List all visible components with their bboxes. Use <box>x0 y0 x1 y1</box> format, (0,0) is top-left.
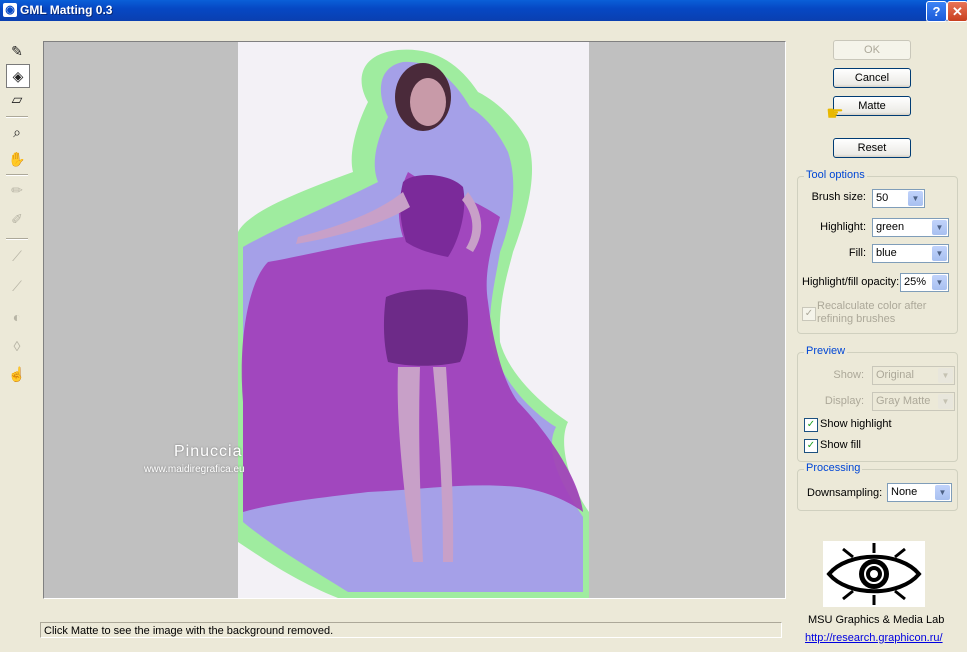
fill-tool[interactable]: ◈ <box>6 64 30 88</box>
recalculate-label-line1: Recalculate color after <box>817 300 927 312</box>
eraser-icon: ▱ <box>11 90 23 107</box>
cancel-button[interactable]: Cancel <box>833 68 911 88</box>
chevron-down-icon: ▼ <box>938 368 953 383</box>
chevron-down-icon: ▼ <box>932 246 947 261</box>
show-combo[interactable]: Original ▼ <box>872 366 955 385</box>
opacity-combo[interactable]: 25% ▼ <box>900 273 949 292</box>
preview-group: Preview Show: Original ▼ Display: Gray Ma… <box>797 345 958 462</box>
show-highlight-label: Show highlight <box>820 418 892 430</box>
chevron-down-icon: ▼ <box>935 485 950 500</box>
preview-title: Preview <box>804 345 848 357</box>
refine-brush-alt-tool[interactable]: ⟋ <box>6 275 28 297</box>
brush-alt-icon: ⟋ <box>12 277 22 294</box>
pencil-alt-icon: ✐ <box>11 210 23 227</box>
magnifier-icon: ⌕ <box>13 123 21 140</box>
drop-icon: ◊ <box>13 338 21 354</box>
lab-url-link[interactable]: http://research.graphicon.ru/ <box>805 632 943 644</box>
refine-brush-tool[interactable]: ⟋ <box>6 245 28 267</box>
highlight-label: Highlight: <box>820 221 866 233</box>
watermark-name: Pinuccia <box>174 443 243 460</box>
blur-tool[interactable]: ◊ <box>6 335 28 357</box>
chevron-down-icon: ▼ <box>938 394 953 409</box>
brush-size-value: 50 <box>876 192 889 204</box>
pencil-icon: ✏ <box>11 181 23 198</box>
show-fill-label: Show fill <box>820 439 861 451</box>
recalculate-label-line2: refining brushes <box>817 313 896 325</box>
downsampling-combo[interactable]: None ▼ <box>887 483 952 502</box>
fill-combo[interactable]: blue ▼ <box>872 244 949 263</box>
contrast-tool[interactable]: ◐ <box>6 306 28 328</box>
window-title: GML Matting 0.3 <box>20 3 113 17</box>
opacity-value: 25% <box>904 276 927 288</box>
brush-tool[interactable]: ✎ <box>6 40 28 62</box>
help-button[interactable]: ? <box>926 1 947 22</box>
opacity-label: Highlight/fill opacity: <box>802 276 900 288</box>
show-value: Original <box>876 369 914 381</box>
paint-bucket-icon: ◈ <box>12 67 24 84</box>
zoom-tool[interactable]: ⌕ <box>6 121 28 143</box>
hand-icon: ✋ <box>8 150 26 167</box>
chevron-down-icon: ▼ <box>908 191 923 206</box>
watermark-url: www.maidiregrafica.eu <box>144 464 245 475</box>
matting-overlay <box>238 49 589 598</box>
title-bar: ◉ GML Matting 0.3 ? ✕ <box>0 0 967 22</box>
reset-button[interactable]: Reset <box>833 138 911 158</box>
photo-area[interactable] <box>238 42 589 598</box>
tool-options-group: Tool options Brush size: 50 ▼ Highlight: … <box>797 169 958 334</box>
show-label: Show: <box>833 369 864 381</box>
status-bar: Click Matte to see the image with the ba… <box>40 622 782 638</box>
show-fill-checkbox[interactable]: ✓ <box>804 439 818 453</box>
display-value: Gray Matte <box>876 395 931 407</box>
display-combo[interactable]: Gray Matte ▼ <box>872 392 955 411</box>
image-canvas[interactable]: Pinuccia www.maidiregrafica.eu <box>43 41 786 599</box>
downsampling-label: Downsampling: <box>807 487 883 499</box>
processing-group: Processing Downsampling: None ▼ <box>797 462 958 511</box>
tool-separator <box>6 116 28 118</box>
eraser-tool[interactable]: ▱ <box>6 88 28 110</box>
pencil-alt-tool[interactable]: ✐ <box>6 208 28 230</box>
show-highlight-checkbox[interactable]: ✓ <box>804 418 818 432</box>
tool-separator <box>6 238 28 240</box>
eye-logo-icon <box>826 543 922 605</box>
pointing-hand-icon: ☛ <box>826 103 844 125</box>
lab-name: MSU Graphics & Media Lab <box>808 614 945 626</box>
smudge-tool[interactable]: ☝ <box>6 363 28 385</box>
pen-icon: ✎ <box>11 42 23 59</box>
brush-icon: ⟋ <box>12 247 22 264</box>
chevron-down-icon: ▼ <box>932 275 947 290</box>
tool-options-title: Tool options <box>804 169 867 181</box>
brush-size-label: Brush size: <box>811 191 866 203</box>
close-button[interactable]: ✕ <box>947 1 967 22</box>
hand-tool[interactable]: ✋ <box>6 148 28 170</box>
chevron-down-icon: ▼ <box>932 220 947 235</box>
brush-size-combo[interactable]: 50 ▼ <box>872 189 925 208</box>
msu-logo <box>823 541 925 607</box>
pencil-tool[interactable]: ✏ <box>6 179 28 201</box>
matte-button[interactable]: Matte <box>833 96 911 116</box>
highlight-value: green <box>876 221 905 233</box>
app-eye-icon: ◉ <box>3 3 17 17</box>
fill-label: Fill: <box>848 247 866 259</box>
tool-separator <box>6 174 28 176</box>
highlight-combo[interactable]: green ▼ <box>872 218 949 237</box>
fill-value: blue <box>876 247 897 259</box>
tool-palette: ✎ ◈ ▱ ⌕ ✋ ✏ ✐ ⟋ ⟋ ◐ ◊ ☝ <box>0 36 36 396</box>
smudge-icon: ☝ <box>8 365 26 382</box>
downsampling-value: None <box>891 486 918 498</box>
display-label: Display: <box>824 395 864 407</box>
recalculate-checkbox[interactable]: ✓ <box>802 307 816 321</box>
contrast-icon: ◐ <box>12 309 22 325</box>
processing-title: Processing <box>804 462 863 474</box>
ok-button[interactable]: OK <box>833 40 911 60</box>
